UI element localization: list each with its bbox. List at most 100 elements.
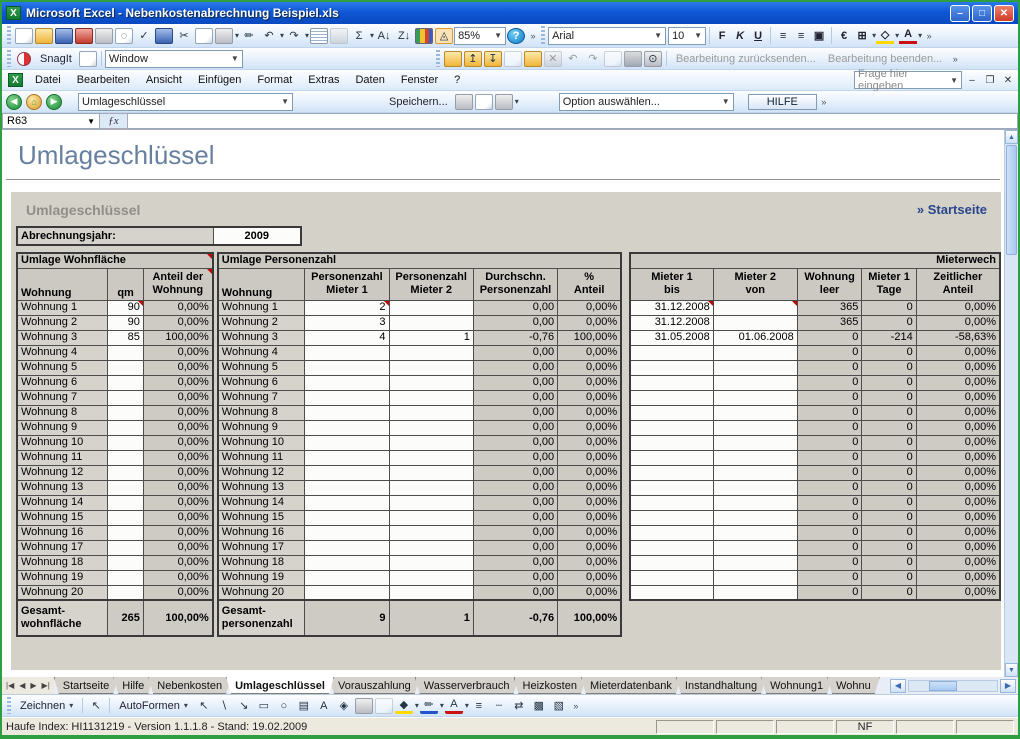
cell-tage[interactable]: 0 bbox=[862, 405, 916, 420]
cell-p2[interactable] bbox=[389, 555, 473, 570]
cell-zeit[interactable]: 0,00% bbox=[916, 465, 1000, 480]
cell-leer[interactable]: 0 bbox=[797, 585, 862, 600]
sheet-tab-heizkosten[interactable]: Heizkosten bbox=[514, 677, 586, 694]
cell-name[interactable]: Wohnung 4 bbox=[218, 345, 305, 360]
cell-pct[interactable]: 0,00% bbox=[558, 345, 622, 360]
cell-m2von[interactable] bbox=[713, 555, 797, 570]
line-color-dropdown-icon[interactable]: ▾ bbox=[440, 701, 444, 710]
toolbar-options-icon[interactable]: » bbox=[950, 54, 960, 64]
cell-qm[interactable] bbox=[108, 405, 143, 420]
cell-pct[interactable]: 0,00% bbox=[558, 360, 622, 375]
cell-p1[interactable]: 3 bbox=[305, 315, 389, 330]
next-sheet-icon[interactable]: ▶ bbox=[28, 681, 38, 690]
cell-p1[interactable] bbox=[305, 390, 389, 405]
cell-p2[interactable] bbox=[389, 345, 473, 360]
new-document-icon[interactable] bbox=[15, 28, 33, 44]
cell-m2von[interactable] bbox=[713, 585, 797, 600]
option-combobox[interactable]: Option auswählen...▼ bbox=[559, 93, 734, 111]
cell-anteil[interactable]: 0,00% bbox=[143, 315, 212, 330]
euro-conversion-icon[interactable] bbox=[310, 28, 328, 44]
cell-m2von[interactable] bbox=[713, 420, 797, 435]
underline-button[interactable]: U bbox=[749, 28, 767, 44]
snagit-mode-combobox[interactable]: Window▼ bbox=[105, 50, 243, 68]
doc-close-button[interactable]: ✕ bbox=[1000, 73, 1016, 87]
cell-m1bis[interactable] bbox=[630, 420, 713, 435]
horizontal-scrollbar[interactable]: ◀ ▶ bbox=[890, 677, 1018, 694]
autosum-icon[interactable]: Σ bbox=[350, 28, 368, 44]
format-painter-icon[interactable]: ✏ bbox=[240, 28, 258, 44]
close-button[interactable]: ✕ bbox=[994, 5, 1014, 22]
cell-m2von[interactable] bbox=[713, 345, 797, 360]
cell-avg[interactable]: -0,76 bbox=[473, 330, 557, 345]
year-value-cell[interactable]: 2009 bbox=[213, 227, 301, 245]
cell-name[interactable]: Wohnung 12 bbox=[17, 465, 108, 480]
cell-leer[interactable]: 0 bbox=[797, 570, 862, 585]
drawing-icon[interactable]: ◬ bbox=[435, 28, 453, 44]
paste-icon[interactable] bbox=[215, 28, 233, 44]
cell-m1bis[interactable] bbox=[630, 495, 713, 510]
cell-anteil[interactable]: 0,00% bbox=[143, 375, 212, 390]
cell-leer[interactable]: 0 bbox=[797, 420, 862, 435]
end-edit-button[interactable]: Bearbeitung beenden... bbox=[822, 53, 948, 65]
cell-name[interactable]: Wohnung 6 bbox=[17, 375, 108, 390]
cell-zeit[interactable]: 0,00% bbox=[916, 525, 1000, 540]
cell-anteil[interactable]: 0,00% bbox=[143, 435, 212, 450]
cell-name[interactable]: Wohnung 7 bbox=[17, 390, 108, 405]
cell-avg[interactable]: 0,00 bbox=[473, 390, 557, 405]
text-box-icon[interactable]: ▤ bbox=[295, 698, 313, 714]
cell-leer[interactable]: 0 bbox=[797, 480, 862, 495]
receive-folder-icon[interactable]: ↧ bbox=[484, 51, 502, 67]
cell-m2von[interactable] bbox=[713, 360, 797, 375]
cell-tage[interactable]: 0 bbox=[862, 315, 916, 330]
font-color-icon[interactable]: A bbox=[445, 698, 463, 714]
cell-name[interactable]: Wohnung 19 bbox=[17, 570, 108, 585]
cell-name[interactable]: Wohnung 8 bbox=[218, 405, 305, 420]
open-icon[interactable] bbox=[35, 28, 53, 44]
line-style-icon[interactable]: ≡ bbox=[470, 698, 488, 714]
cell-leer[interactable]: 0 bbox=[797, 405, 862, 420]
horizontal-scroll-thumb[interactable] bbox=[929, 681, 957, 691]
cell-m1bis[interactable] bbox=[630, 480, 713, 495]
cell-leer[interactable]: 0 bbox=[797, 525, 862, 540]
cell-p2[interactable] bbox=[389, 300, 473, 315]
cell-zeit[interactable]: 0,00% bbox=[916, 510, 1000, 525]
cell-zeit[interactable]: 0,00% bbox=[916, 315, 1000, 330]
undo-review-icon[interactable]: ↶ bbox=[564, 51, 582, 67]
cell-m1bis[interactable] bbox=[630, 390, 713, 405]
status-cell-1[interactable] bbox=[716, 720, 774, 734]
startseite-link[interactable]: » Startseite bbox=[917, 202, 987, 217]
first-sheet-icon[interactable]: |◀ bbox=[4, 681, 16, 690]
cell-name[interactable]: Wohnung 3 bbox=[218, 330, 305, 345]
cell-zeit[interactable]: 0,00% bbox=[916, 540, 1000, 555]
sheet-tab-nebenkosten[interactable]: Nebenkosten bbox=[148, 677, 231, 694]
cell-name[interactable]: Wohnung 9 bbox=[218, 420, 305, 435]
cell-p1[interactable]: 4 bbox=[305, 330, 389, 345]
snagit-button[interactable]: SnagIt bbox=[34, 52, 78, 66]
doc-restore-button[interactable]: ❐ bbox=[982, 73, 998, 87]
menu-ansicht[interactable]: Ansicht bbox=[138, 72, 190, 88]
cell-p2[interactable] bbox=[389, 540, 473, 555]
cell-m2von[interactable] bbox=[713, 570, 797, 585]
cell-tage[interactable]: 0 bbox=[862, 390, 916, 405]
cell-p2[interactable] bbox=[389, 375, 473, 390]
cell-p2[interactable] bbox=[389, 420, 473, 435]
sort-descending-icon[interactable]: Z↓ bbox=[395, 28, 413, 44]
cell-p1[interactable] bbox=[305, 525, 389, 540]
align-left-icon[interactable]: ≡ bbox=[774, 28, 792, 44]
cell-tage[interactable]: 0 bbox=[862, 375, 916, 390]
cell-avg[interactable]: 0,00 bbox=[473, 420, 557, 435]
cell-name[interactable]: Wohnung 10 bbox=[218, 435, 305, 450]
toolbar-handle[interactable] bbox=[541, 26, 545, 44]
toolbar-handle[interactable] bbox=[7, 697, 11, 714]
spelling-icon[interactable]: ✓ bbox=[135, 28, 153, 44]
print-icon[interactable] bbox=[455, 94, 473, 110]
cell-avg[interactable]: 0,00 bbox=[473, 315, 557, 330]
cell-anteil[interactable]: 0,00% bbox=[143, 495, 212, 510]
cell-pct[interactable]: 0,00% bbox=[558, 315, 622, 330]
cell-anteil[interactable]: 0,00% bbox=[143, 450, 212, 465]
cell-zeit[interactable]: 0,00% bbox=[916, 420, 1000, 435]
scroll-left-icon[interactable]: ◀ bbox=[890, 679, 906, 693]
cell-name[interactable]: Wohnung 16 bbox=[17, 525, 108, 540]
cell-avg[interactable]: 0,00 bbox=[473, 540, 557, 555]
save-icon[interactable] bbox=[55, 28, 73, 44]
